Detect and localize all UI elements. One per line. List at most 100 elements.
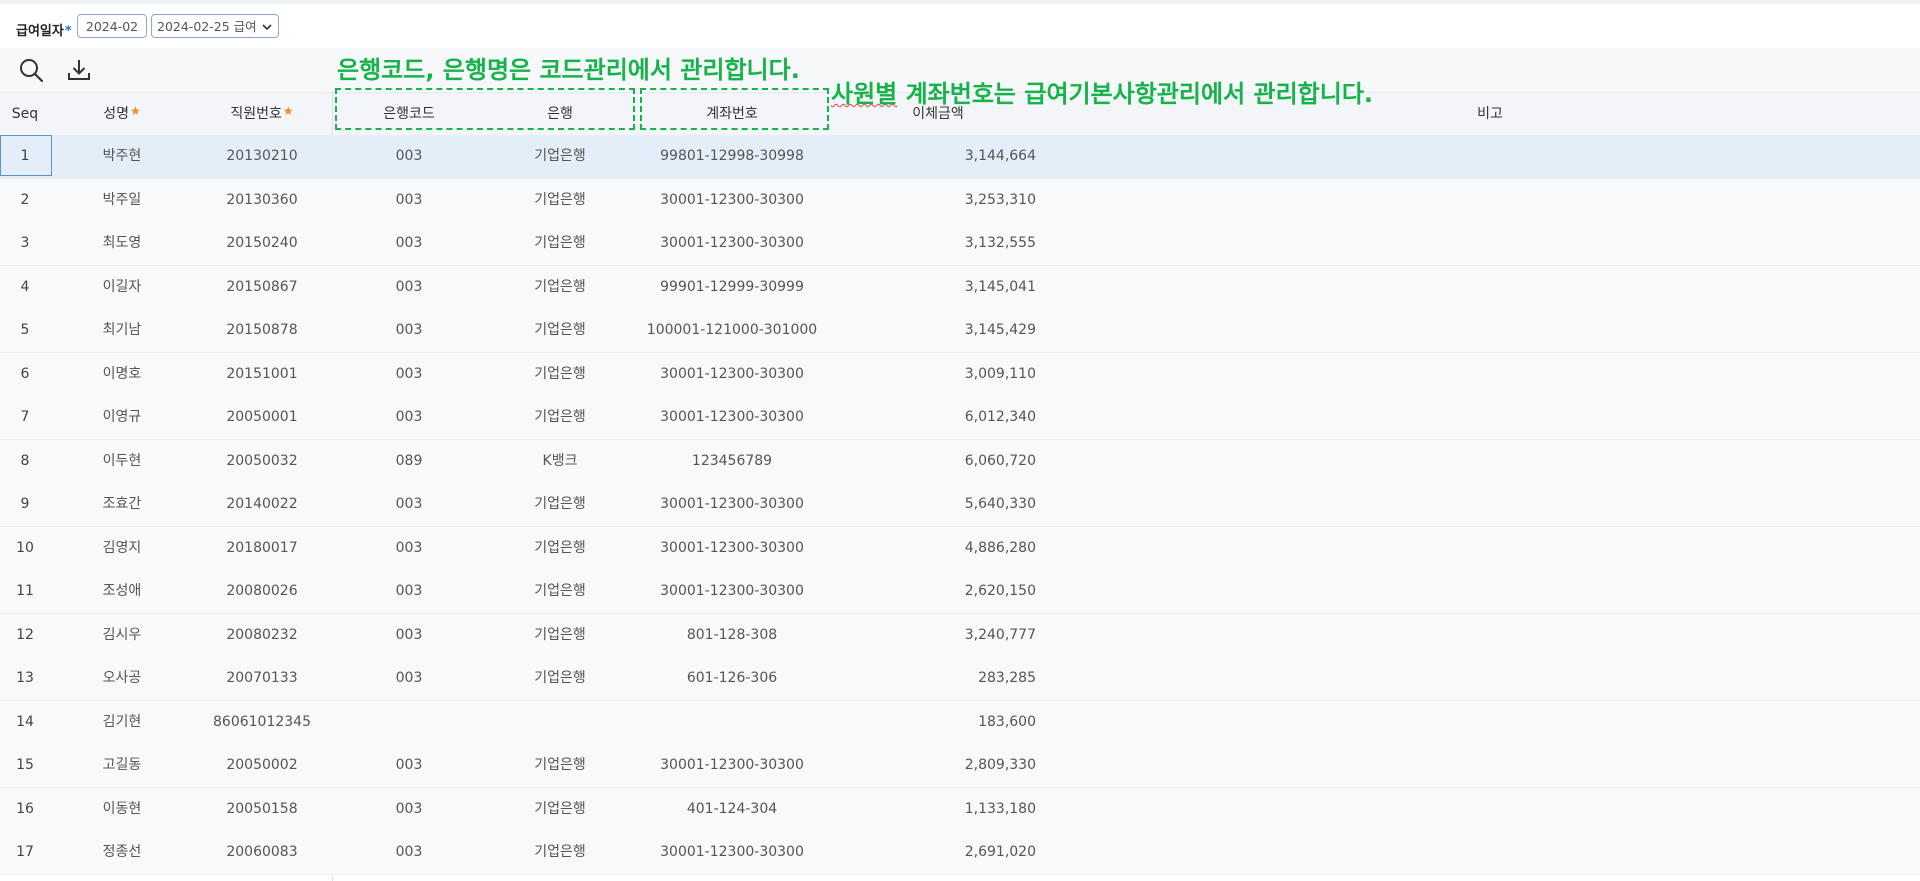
cell-seq[interactable]: 8 <box>0 440 50 483</box>
cell-emp-no[interactable]: 20150878 <box>192 309 332 352</box>
cell-bank[interactable]: 기업은행 <box>510 744 610 787</box>
cell-bank[interactable]: 기업은행 <box>510 788 610 831</box>
cell-account[interactable]: 30001-12300-30300 <box>632 570 832 613</box>
cell-bank[interactable]: 기업은행 <box>510 657 610 700</box>
cell-note[interactable] <box>1040 266 1920 309</box>
cell-seq[interactable]: 12 <box>0 614 50 657</box>
cell-note[interactable] <box>1040 527 1920 570</box>
cell-seq[interactable]: 7 <box>0 396 50 439</box>
cell-emp-no[interactable]: 20150867 <box>192 266 332 309</box>
cell-amount[interactable]: 6,012,340 <box>840 396 1036 439</box>
cell-name[interactable]: 이두현 <box>72 440 172 483</box>
table-row[interactable]: 4 이길자 20150867 003 기업은행 99901-12999-30999 3,14… <box>0 265 1920 310</box>
cell-bank-code[interactable]: 003 <box>359 788 459 831</box>
cell-amount[interactable]: 3,009,110 <box>840 353 1036 396</box>
cell-emp-no[interactable]: 20060083 <box>192 831 332 874</box>
cell-name[interactable]: 이명호 <box>72 353 172 396</box>
download-icon[interactable] <box>65 56 93 84</box>
cell-account[interactable]: 30001-12300-30300 <box>632 744 832 787</box>
cell-amount[interactable]: 3,145,041 <box>840 266 1036 309</box>
cell-bank[interactable]: 기업은행 <box>510 309 610 352</box>
cell-amount[interactable]: 3,144,664 <box>840 135 1036 178</box>
cell-amount[interactable]: 3,132,555 <box>840 222 1036 265</box>
cell-account[interactable]: 801-128-308 <box>632 614 832 657</box>
cell-note[interactable] <box>1040 614 1920 657</box>
table-row[interactable]: 1 박주현 20130210 003 기업은행 99801-12998-30998 3,14… <box>0 135 1920 179</box>
cell-name[interactable]: 박주현 <box>72 135 172 178</box>
col-seq[interactable]: Seq <box>0 93 50 136</box>
cell-bank[interactable]: 기업은행 <box>510 222 610 265</box>
pay-month-field[interactable]: 2024-02 <box>77 14 147 38</box>
cell-amount[interactable]: 3,145,429 <box>840 309 1036 352</box>
cell-amount[interactable]: 283,285 <box>840 657 1036 700</box>
cell-bank-code[interactable]: 089 <box>359 440 459 483</box>
cell-note[interactable] <box>1040 135 1920 178</box>
cell-amount[interactable]: 6,060,720 <box>840 440 1036 483</box>
cell-note[interactable] <box>1040 396 1920 439</box>
col-emp-no[interactable]: 직원번호★ <box>192 93 332 136</box>
cell-bank-code[interactable] <box>359 701 459 744</box>
cell-bank[interactable]: K뱅크 <box>510 440 610 483</box>
table-row[interactable]: 6 이명호 20151001 003 기업은행 30001-12300-30300 3,00… <box>0 352 1920 397</box>
cell-bank-code[interactable]: 003 <box>359 266 459 309</box>
cell-amount[interactable]: 183,600 <box>840 701 1036 744</box>
cell-note[interactable] <box>1040 222 1920 265</box>
cell-bank[interactable]: 기업은행 <box>510 135 610 178</box>
cell-note[interactable] <box>1040 657 1920 700</box>
table-row[interactable]: 16 이동현 20050158 003 기업은행 401-124-304 1,133,180 <box>0 787 1920 832</box>
table-row[interactable]: 13 오사공 20070133 003 기업은행 601-126-306 283,285 <box>0 657 1920 701</box>
cell-seq[interactable]: 11 <box>0 570 50 613</box>
cell-account[interactable]: 123456789 <box>632 440 832 483</box>
cell-name[interactable]: 이영규 <box>72 396 172 439</box>
cell-seq[interactable]: 3 <box>0 222 50 265</box>
cell-name[interactable]: 김시우 <box>72 614 172 657</box>
cell-name[interactable]: 조성애 <box>72 570 172 613</box>
cell-note[interactable] <box>1040 701 1920 744</box>
cell-name[interactable]: 박주일 <box>72 179 172 222</box>
cell-amount[interactable]: 1,133,180 <box>840 788 1036 831</box>
table-row[interactable]: 9 조효간 20140022 003 기업은행 30001-12300-30300 5,64… <box>0 483 1920 527</box>
search-icon[interactable] <box>17 56 45 84</box>
table-row[interactable]: 2 박주일 20130360 003 기업은행 30001-12300-30300 3,25… <box>0 178 1920 223</box>
cell-seq[interactable]: 13 <box>0 657 50 700</box>
table-row[interactable]: 14 김기현 86061012345 183,600 <box>0 700 1920 745</box>
cell-bank-code[interactable]: 003 <box>359 744 459 787</box>
cell-name[interactable]: 김기현 <box>72 701 172 744</box>
cell-bank-code[interactable]: 003 <box>359 657 459 700</box>
cell-seq[interactable]: 1 <box>0 135 50 178</box>
cell-bank-code[interactable]: 003 <box>359 353 459 396</box>
cell-bank[interactable]: 기업은행 <box>510 483 610 526</box>
cell-emp-no[interactable]: 20050001 <box>192 396 332 439</box>
cell-note[interactable] <box>1040 353 1920 396</box>
cell-account[interactable] <box>632 701 832 744</box>
cell-name[interactable]: 조효간 <box>72 483 172 526</box>
cell-bank-code[interactable]: 003 <box>359 396 459 439</box>
cell-emp-no[interactable]: 20140022 <box>192 483 332 526</box>
cell-bank[interactable]: 기업은행 <box>510 396 610 439</box>
cell-seq[interactable]: 2 <box>0 179 50 222</box>
cell-bank[interactable]: 기업은행 <box>510 614 610 657</box>
cell-emp-no[interactable]: 20151001 <box>192 353 332 396</box>
cell-bank[interactable]: 기업은행 <box>510 353 610 396</box>
cell-emp-no[interactable]: 86061012345 <box>192 701 332 744</box>
cell-emp-no[interactable]: 20070133 <box>192 657 332 700</box>
cell-account[interactable]: 30001-12300-30300 <box>632 831 832 874</box>
cell-name[interactable]: 김영지 <box>72 527 172 570</box>
table-row[interactable]: 11 조성애 20080026 003 기업은행 30001-12300-30300 2,6… <box>0 570 1920 614</box>
pay-date-select[interactable]: 2024-02-25 급여 <box>151 14 279 38</box>
cell-note[interactable] <box>1040 788 1920 831</box>
cell-bank[interactable]: 기업은행 <box>510 831 610 874</box>
cell-emp-no[interactable]: 20050032 <box>192 440 332 483</box>
cell-account[interactable]: 30001-12300-30300 <box>632 396 832 439</box>
cell-bank-code[interactable]: 003 <box>359 135 459 178</box>
cell-bank-code[interactable]: 003 <box>359 831 459 874</box>
cell-emp-no[interactable]: 20130210 <box>192 135 332 178</box>
cell-bank-code[interactable]: 003 <box>359 614 459 657</box>
cell-account[interactable]: 401-124-304 <box>632 788 832 831</box>
cell-amount[interactable]: 2,620,150 <box>840 570 1036 613</box>
cell-amount[interactable]: 3,253,310 <box>840 179 1036 222</box>
cell-note[interactable] <box>1040 831 1920 874</box>
cell-account[interactable]: 30001-12300-30300 <box>632 179 832 222</box>
table-row[interactable]: 8 이두현 20050032 089 K뱅크 123456789 6,060,720 <box>0 439 1920 484</box>
cell-note[interactable] <box>1040 483 1920 526</box>
